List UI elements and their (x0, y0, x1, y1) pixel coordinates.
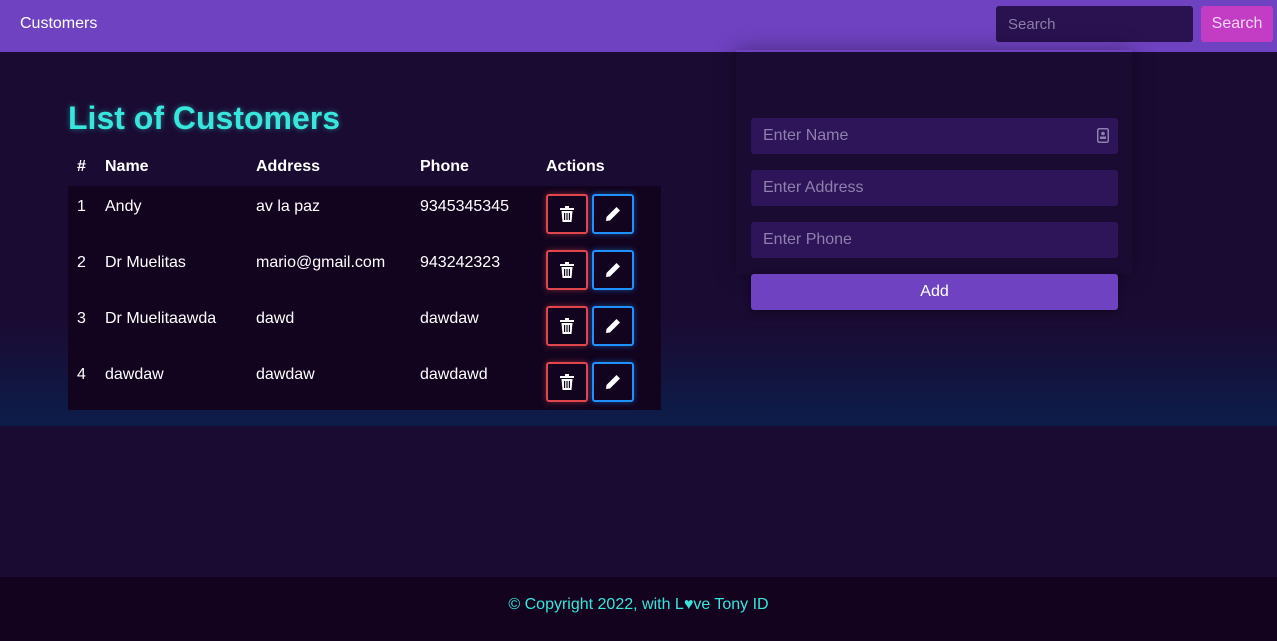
address-input[interactable] (751, 170, 1118, 206)
row-name: dawdaw (105, 366, 164, 383)
add-button[interactable]: Add (751, 274, 1118, 310)
footer: © Copyright 2022, with L♥ve Tony ID (0, 577, 1277, 641)
table-row: 3 Dr Muelitaawda dawd dawdaw (68, 298, 661, 354)
pencil-icon (606, 207, 620, 221)
row-address: dawdaw (256, 366, 315, 383)
row-name: Andy (105, 198, 142, 215)
row-name: Dr Muelitaawda (105, 310, 217, 327)
copyright-text: © Copyright 2022, with L♥ve Tony ID (508, 596, 769, 613)
delete-button[interactable] (546, 306, 588, 346)
trash-icon (560, 262, 574, 278)
row-number: 4 (77, 366, 86, 383)
row-address: mario@gmail.com (256, 254, 386, 271)
row-address: av la paz (256, 198, 321, 215)
row-address: dawd (256, 310, 295, 327)
name-input[interactable] (751, 118, 1118, 154)
delete-button[interactable] (546, 194, 588, 234)
phone-input[interactable] (751, 222, 1118, 258)
page-title: List of Customers (68, 100, 341, 136)
header-actions: Actions (546, 158, 605, 175)
row-phone: 943242323 (420, 254, 501, 271)
pencil-icon (606, 319, 620, 333)
header-number: # (77, 158, 86, 175)
search-button[interactable]: Search (1201, 6, 1273, 42)
header-address: Address (256, 158, 321, 175)
delete-button[interactable] (546, 362, 588, 402)
pencil-icon (606, 263, 620, 277)
customers-table-body: 1 Andy av la paz 9345345345 2 Dr Muelita… (68, 186, 661, 410)
table-row: 1 Andy av la paz 9345345345 (68, 186, 661, 242)
row-phone: dawdawd (420, 366, 488, 383)
pencil-icon (606, 375, 620, 389)
table-header: # Name Address Phone Actions (68, 156, 661, 186)
delete-button[interactable] (546, 250, 588, 290)
table-row: 2 Dr Muelitas mario@gmail.com 943242323 (68, 242, 661, 298)
trash-icon (560, 374, 574, 390)
edit-button[interactable] (592, 306, 634, 346)
contact-card-icon (1097, 128, 1109, 143)
brand-link[interactable]: Customers (20, 15, 97, 33)
header-phone: Phone (420, 158, 469, 175)
row-name: Dr Muelitas (105, 254, 186, 271)
trash-icon (560, 318, 574, 334)
header-name: Name (105, 158, 149, 175)
table-row: 4 dawdaw dawdaw dawdawd (68, 354, 661, 410)
navbar: Customers Search (0, 0, 1277, 52)
edit-button[interactable] (592, 194, 634, 234)
edit-button[interactable] (592, 250, 634, 290)
row-phone: dawdaw (420, 310, 479, 327)
row-phone: 9345345345 (420, 198, 509, 215)
search-input[interactable] (996, 6, 1193, 42)
edit-button[interactable] (592, 362, 634, 402)
row-number: 2 (77, 254, 86, 271)
row-number: 3 (77, 310, 86, 327)
trash-icon (560, 206, 574, 222)
row-number: 1 (77, 198, 86, 215)
